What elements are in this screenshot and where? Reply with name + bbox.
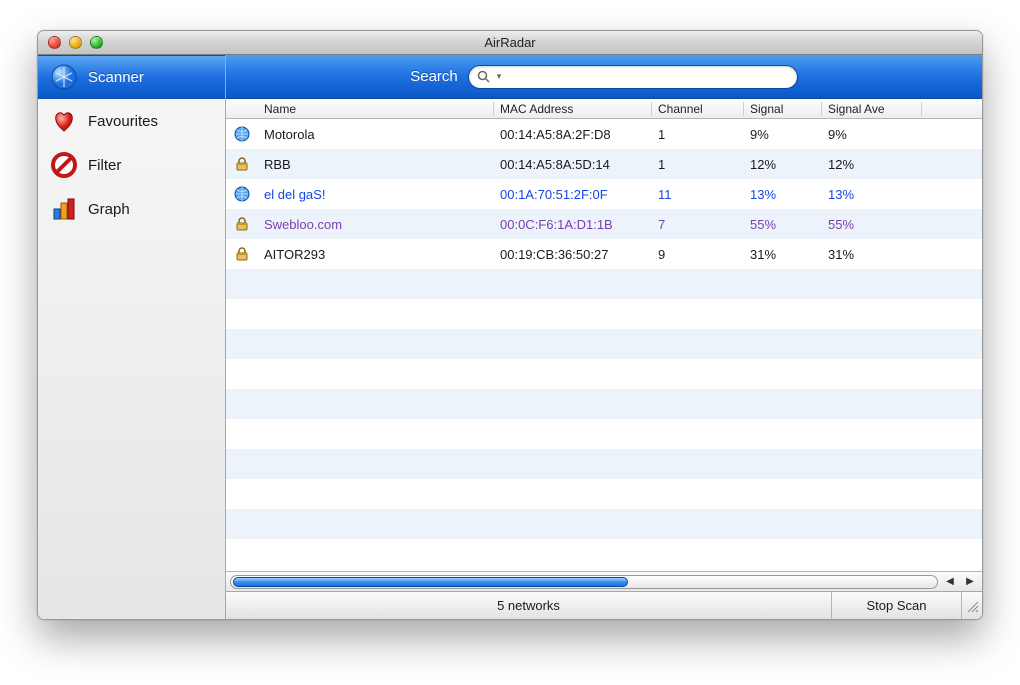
table-row[interactable]: el del gaS!00:1A:70:51:2F:0F1113%13% xyxy=(226,179,982,209)
scroll-right-button[interactable]: ▶ xyxy=(962,574,978,590)
scanner-globe-icon xyxy=(50,63,78,91)
sidebar: Scanner Favourites Fil xyxy=(38,55,226,619)
cell-signal: 12% xyxy=(744,157,822,172)
column-channel[interactable]: Channel xyxy=(652,102,744,116)
sidebar-item-label: Scanner xyxy=(88,69,144,86)
table-row[interactable]: AITOR29300:19:CB:36:50:27931%31% xyxy=(226,239,982,269)
search-label: Search xyxy=(410,68,458,85)
locked-network-icon xyxy=(233,245,251,263)
cell-channel: 1 xyxy=(652,157,744,172)
cell-signal-avg: 13% xyxy=(822,187,922,202)
heart-icon xyxy=(50,107,78,135)
open-network-icon xyxy=(233,125,251,143)
cell-channel: 9 xyxy=(652,247,744,262)
column-signal-avg[interactable]: Signal Ave xyxy=(822,102,922,116)
column-name[interactable]: Name xyxy=(258,102,494,116)
cell-channel: 1 xyxy=(652,127,744,142)
column-signal[interactable]: Signal xyxy=(744,102,822,116)
cell-mac: 00:0C:F6:1A:D1:1B xyxy=(494,217,652,232)
sidebar-item-label: Favourites xyxy=(88,113,158,130)
sidebar-item-graph[interactable]: Graph xyxy=(38,187,225,231)
cell-signal: 13% xyxy=(744,187,822,202)
app-window: AirRadar Scanner xyxy=(37,30,983,620)
resize-grip[interactable] xyxy=(962,592,982,619)
cell-signal-avg: 31% xyxy=(822,247,922,262)
cell-name: RBB xyxy=(258,157,494,172)
stop-scan-button[interactable]: Stop Scan xyxy=(832,592,962,619)
cell-channel: 11 xyxy=(652,187,744,202)
main-panel: Search ▾ Name MAC Address Channel Sign xyxy=(226,55,982,619)
cell-name: Swebloo.com xyxy=(258,217,494,232)
scroll-track[interactable] xyxy=(230,575,938,589)
cell-signal-avg: 9% xyxy=(822,127,922,142)
dropdown-caret-icon[interactable]: ▾ xyxy=(497,71,502,82)
cell-name: AITOR293 xyxy=(258,247,494,262)
window-title: AirRadar xyxy=(38,35,982,50)
table-row[interactable]: Motorola00:14:A5:8A:2F:D819%9% xyxy=(226,119,982,149)
cell-mac: 00:1A:70:51:2F:0F xyxy=(494,187,652,202)
network-count: 5 networks xyxy=(226,592,832,619)
sidebar-item-favourites[interactable]: Favourites xyxy=(38,99,225,143)
cell-signal-avg: 12% xyxy=(822,157,922,172)
locked-network-icon xyxy=(233,155,251,173)
table-header: Name MAC Address Channel Signal Signal A… xyxy=(226,99,982,119)
cell-signal: 9% xyxy=(744,127,822,142)
titlebar: AirRadar xyxy=(38,31,982,55)
cell-signal: 55% xyxy=(744,217,822,232)
locked-network-icon xyxy=(233,215,251,233)
window-controls xyxy=(48,36,103,49)
horizontal-scrollbar[interactable]: ◀ ▶ xyxy=(226,571,982,591)
network-table: Name MAC Address Channel Signal Signal A… xyxy=(226,99,982,591)
scroll-left-button[interactable]: ◀ xyxy=(942,574,958,590)
table-row[interactable]: RBB00:14:A5:8A:5D:14112%12% xyxy=(226,149,982,179)
table-row[interactable]: Swebloo.com00:0C:F6:1A:D1:1B755%55% xyxy=(226,209,982,239)
nodeny-icon xyxy=(50,151,78,179)
cell-mac: 00:14:A5:8A:2F:D8 xyxy=(494,127,652,142)
search-field[interactable]: ▾ xyxy=(468,65,798,89)
scroll-thumb[interactable] xyxy=(233,577,628,587)
column-mac[interactable]: MAC Address xyxy=(494,102,652,116)
cell-channel: 7 xyxy=(652,217,744,232)
open-network-icon xyxy=(233,185,251,203)
barchart-icon xyxy=(50,195,78,223)
sidebar-item-scanner[interactable]: Scanner xyxy=(38,55,225,99)
cell-signal: 31% xyxy=(744,247,822,262)
sidebar-item-label: Graph xyxy=(88,201,130,218)
minimize-window-button[interactable] xyxy=(69,36,82,49)
cell-mac: 00:14:A5:8A:5D:14 xyxy=(494,157,652,172)
zoom-window-button[interactable] xyxy=(90,36,103,49)
close-window-button[interactable] xyxy=(48,36,61,49)
cell-name: el del gaS! xyxy=(258,187,494,202)
cell-mac: 00:19:CB:36:50:27 xyxy=(494,247,652,262)
status-bar: 5 networks Stop Scan xyxy=(226,591,982,619)
cell-signal-avg: 55% xyxy=(822,217,922,232)
cell-name: Motorola xyxy=(258,127,494,142)
search-input[interactable] xyxy=(507,70,788,84)
search-icon xyxy=(477,70,491,84)
sidebar-item-label: Filter xyxy=(88,157,121,174)
search-bar: Search ▾ xyxy=(226,55,982,99)
sidebar-item-filter[interactable]: Filter xyxy=(38,143,225,187)
